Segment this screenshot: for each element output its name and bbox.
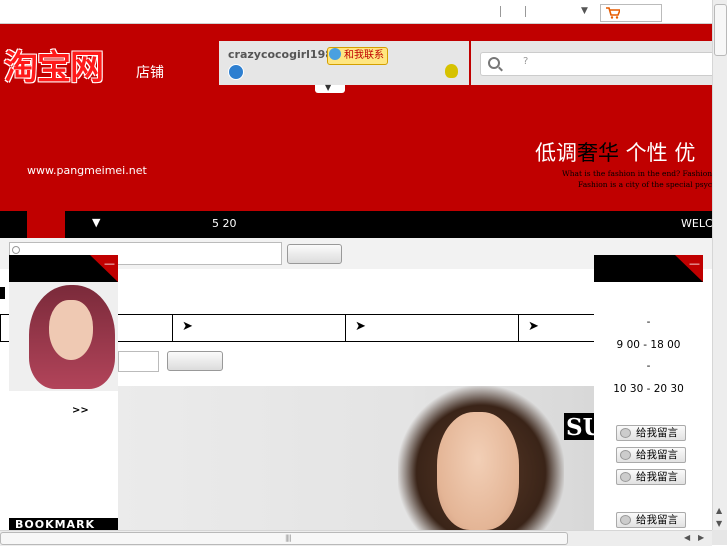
slogan-subtitle-2: Fashion is a city of the special psych <box>578 180 717 189</box>
scroll-grip-icon: |||| <box>285 534 292 542</box>
slogan-part2: 个性 优 <box>619 141 696 165</box>
horizontal-scroll-thumb[interactable] <box>0 532 568 545</box>
slogan-highlight: 奢华 <box>577 141 619 165</box>
search-icon <box>12 246 20 254</box>
header-dropdown-toggle[interactable]: ▼ <box>315 83 345 93</box>
taobao-logo[interactable]: 淘宝网 <box>4 40 104 89</box>
right-edge-strip <box>703 282 712 530</box>
lightbulb-icon[interactable] <box>445 64 458 78</box>
section-marker <box>0 287 5 299</box>
leave-message-button[interactable]: 给我留言 <box>616 447 686 463</box>
scroll-left-icon[interactable]: ◀ <box>684 533 690 542</box>
wangwang-chat-icon <box>329 48 341 60</box>
price-filter-button[interactable] <box>167 351 223 371</box>
vertical-scroll-thumb[interactable] <box>714 4 727 56</box>
chevron-down-icon: ▼ <box>325 83 332 92</box>
toolbar-separator <box>500 6 501 17</box>
bookmark-label: BOOKMARK <box>15 518 96 530</box>
scroll-down-icon[interactable]: ▼ <box>716 519 722 528</box>
slogan: 低调奢华 个性 优 <box>535 137 695 167</box>
leave-message-button[interactable]: 给我留言 <box>616 512 686 528</box>
model-photo-face <box>49 300 93 360</box>
service-hours-weekday: 9 00 - 18 00 <box>616 339 681 351</box>
right-panel-close-button[interactable]: — <box>689 257 700 270</box>
chat-icon <box>620 450 631 460</box>
hours-dash: - <box>646 316 651 328</box>
bookmark-bar[interactable]: BOOKMARK <box>9 518 118 530</box>
chat-icon <box>620 428 631 438</box>
toolbar-separator <box>525 6 526 17</box>
nav-date: 5 20 <box>212 217 237 230</box>
banner-letters: SU <box>566 414 594 440</box>
wangwang-icon[interactable] <box>228 64 244 80</box>
nav-item-home[interactable] <box>27 211 65 238</box>
hours-dash: - <box>646 360 651 372</box>
scroll-right-icon[interactable]: ▶ <box>698 533 704 542</box>
banner-model-face <box>437 412 519 530</box>
vertical-scrollbar[interactable] <box>712 0 727 530</box>
more-link[interactable]: >> <box>72 405 89 416</box>
leave-message-button[interactable]: 给我留言 <box>616 469 686 485</box>
seller-name[interactable]: crazycocogirl1980 <box>228 48 341 61</box>
nav-dropdown-arrow[interactable]: ▼ <box>92 216 100 229</box>
shopping-cart-icon <box>606 7 620 19</box>
left-panel-close-button[interactable]: — <box>104 257 115 270</box>
service-hours-evening: 10 30 - 20 30 <box>613 383 684 395</box>
slogan-subtitle-1: What is the fashion in the end? Fashion … <box>562 169 721 178</box>
search-placeholder: ? <box>523 56 529 67</box>
nav-bar <box>0 211 712 238</box>
toolbar-dropdown-arrow[interactable]: ▼ <box>581 6 588 16</box>
chat-icon <box>620 472 631 482</box>
banner-text-box: SU <box>564 413 594 440</box>
website-url: www.pangmeimei.net <box>27 164 147 177</box>
search-icon <box>488 57 500 69</box>
arrow-right-icon: ➤ <box>528 319 539 334</box>
scrollbar-corner <box>712 530 727 545</box>
category-box[interactable]: ➤ <box>345 314 519 342</box>
leave-message-button[interactable]: 给我留言 <box>616 425 686 441</box>
price-filter-input[interactable] <box>118 351 159 372</box>
shop-search-button[interactable] <box>287 244 342 264</box>
arrow-right-icon: ➤ <box>355 319 366 334</box>
cart-button[interactable] <box>600 4 662 22</box>
category-box[interactable]: ➤ <box>172 314 346 342</box>
slogan-part1: 低调 <box>535 141 577 165</box>
scroll-up-icon[interactable]: ▲ <box>716 506 722 515</box>
search-input[interactable] <box>480 52 713 76</box>
arrow-right-icon: ➤ <box>182 319 193 334</box>
chat-icon <box>620 515 631 525</box>
logo-subtitle: 店铺 <box>136 65 164 81</box>
